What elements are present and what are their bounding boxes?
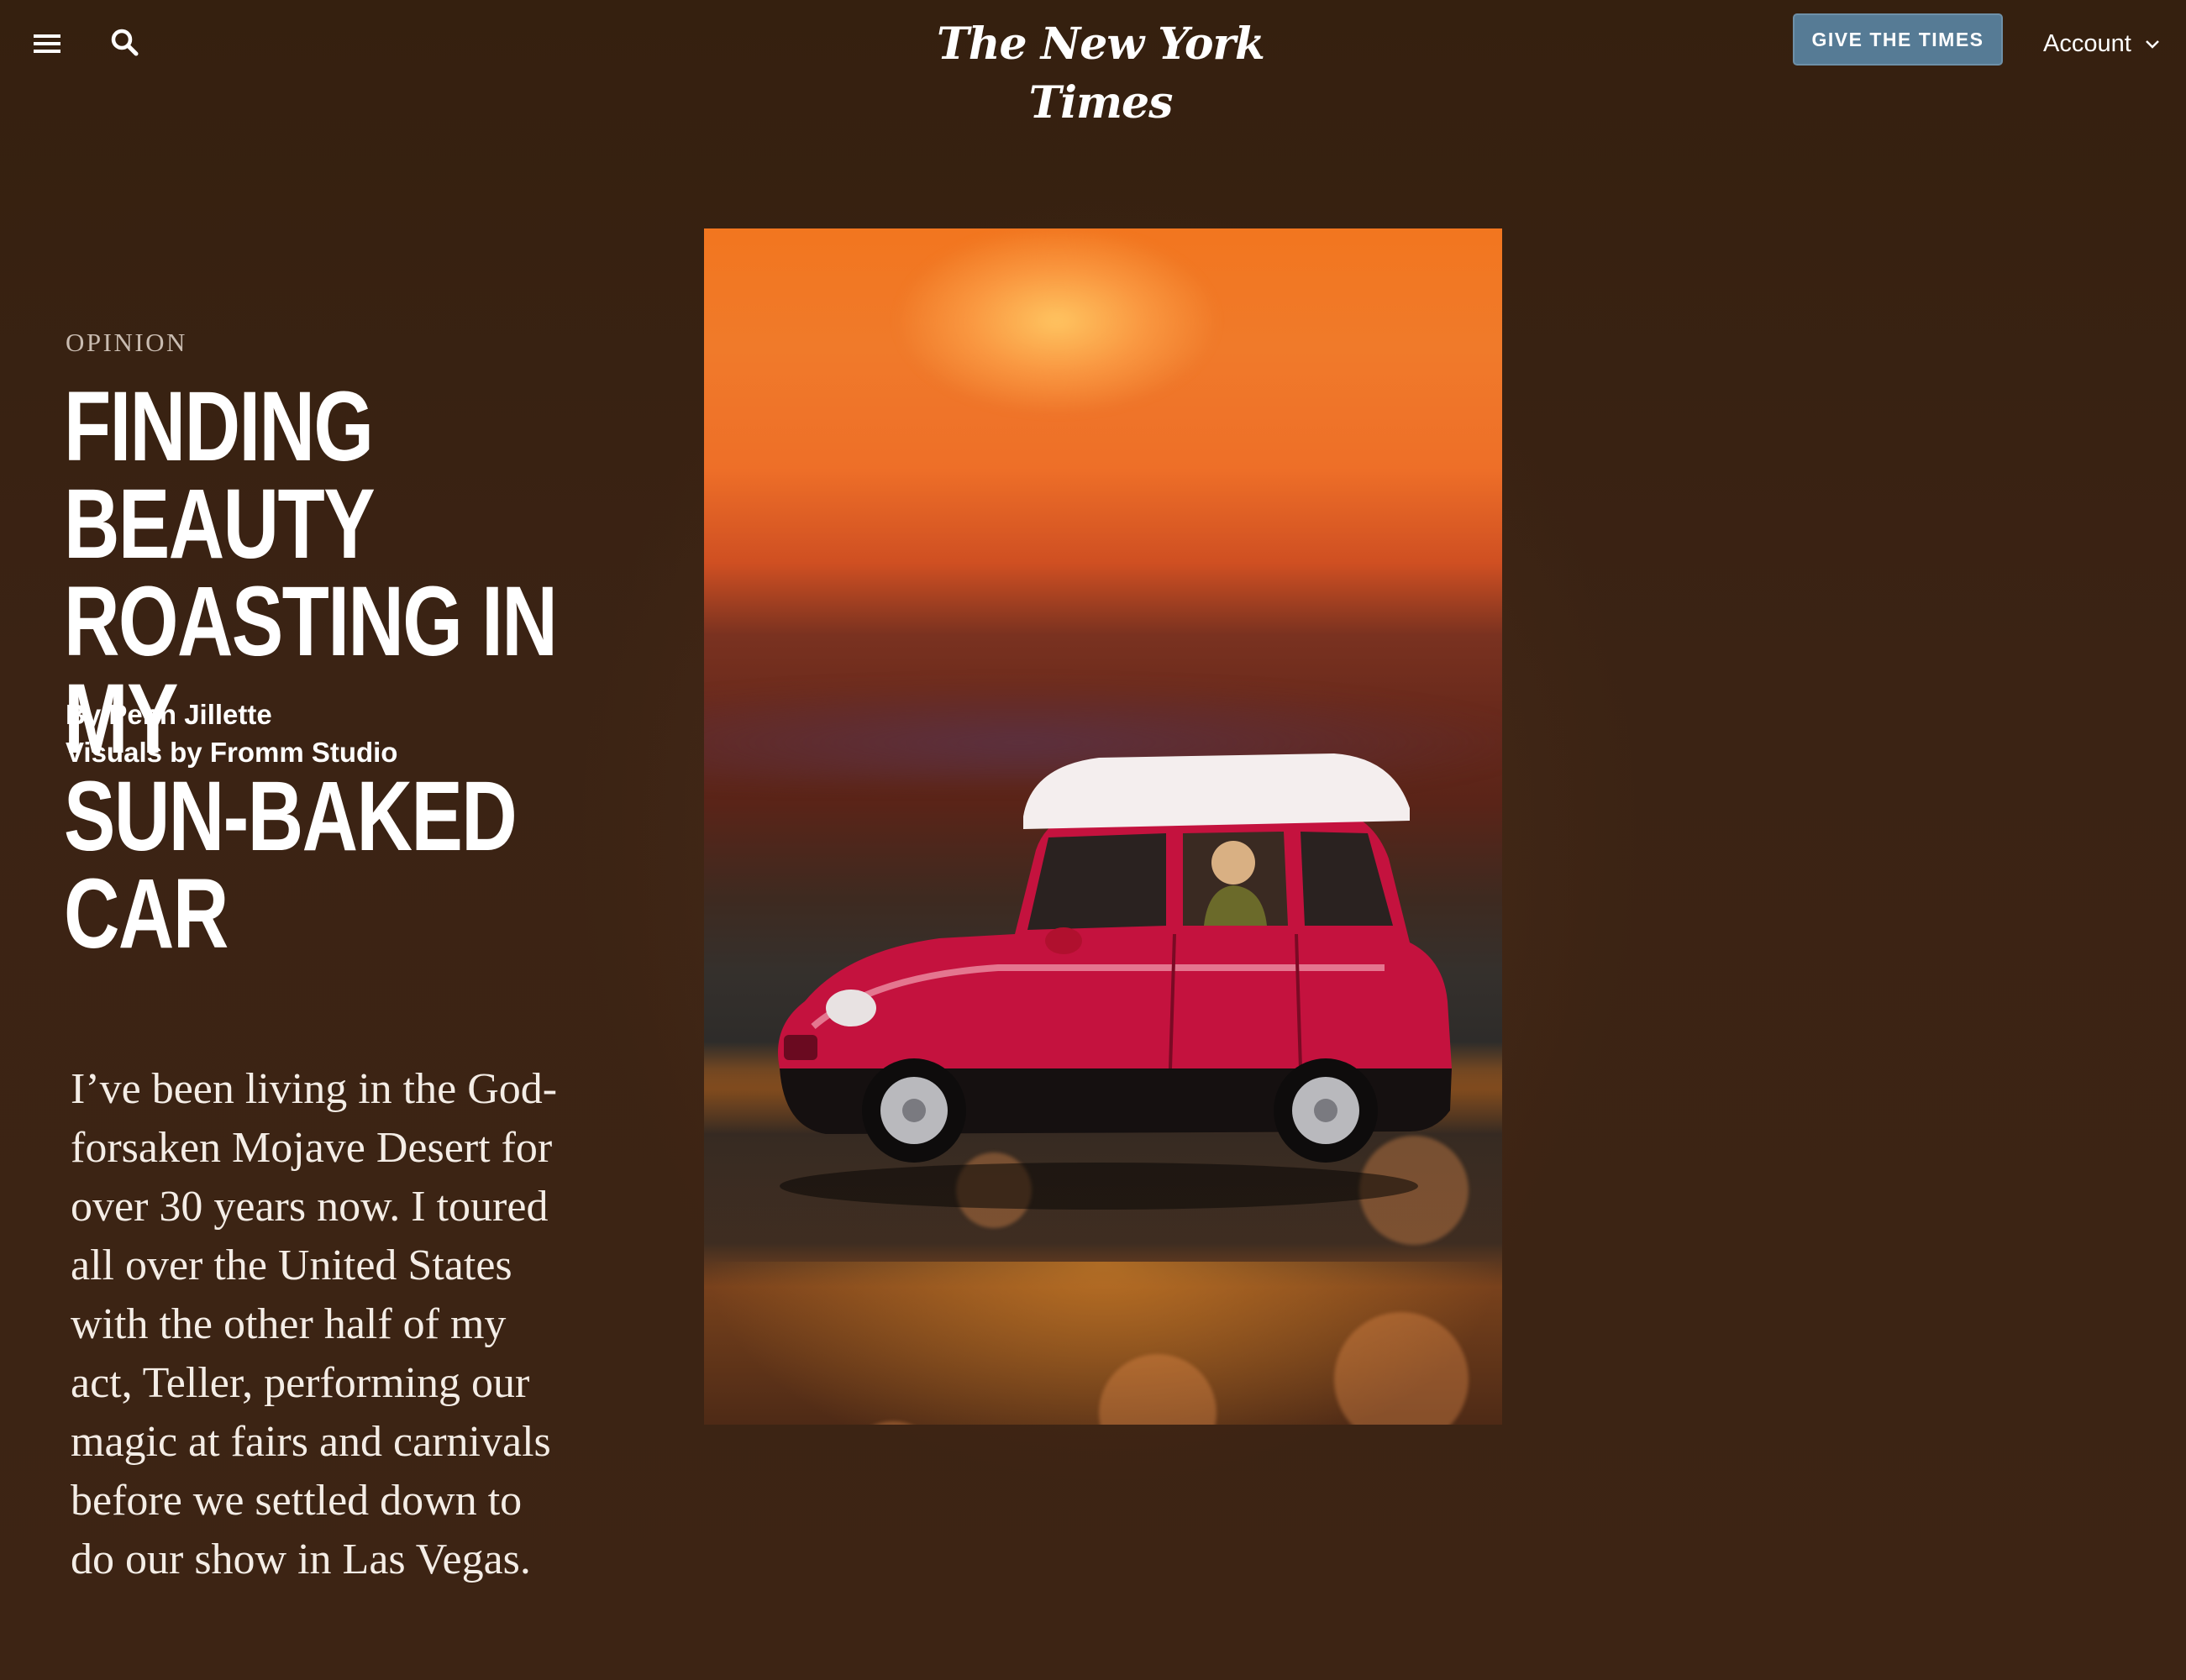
article-headline: FINDING BEAUTY ROASTING IN MY SUN-BAKED …: [64, 371, 669, 969]
sun-glow: [897, 228, 1216, 413]
hero-image-toy-car-desert-sunset: [704, 228, 1502, 1425]
site-header: The New York Times GIVE THE TIMES Accoun…: [0, 0, 2186, 129]
give-the-times-button[interactable]: GIVE THE TIMES: [1793, 13, 2003, 66]
byline: By Penn Jillette Visuals by Fromm Studio: [66, 696, 397, 771]
lede-line: magic at fairs and carnivals: [71, 1418, 551, 1466]
menu-button[interactable]: [30, 25, 67, 62]
search-button[interactable]: [106, 24, 146, 64]
account-menu[interactable]: Account: [2043, 24, 2162, 64]
lede-line: I’ve been living in the God-: [71, 1065, 558, 1113]
nyt-logo[interactable]: The New York Times: [891, 15, 1311, 129]
section-kicker[interactable]: OPINION: [66, 328, 187, 358]
lede-line: over 30 years now. I toured: [71, 1183, 549, 1231]
headline-line: SUN-BAKED CAR: [64, 761, 518, 969]
headline-line: FINDING BEAUTY: [64, 371, 376, 580]
article-lede: I’ve been living in the God- forsaken Mo…: [71, 1060, 608, 1589]
lede-line: before we settled down to: [71, 1477, 523, 1525]
account-label: Account: [2043, 29, 2131, 57]
lede-line: with the other half of my: [71, 1300, 507, 1348]
lede-line: forsaken Mojave Desert for: [71, 1124, 553, 1172]
hamburger-menu-icon: [34, 34, 60, 53]
toy-car-illustration: [778, 753, 1452, 1210]
byline-visuals[interactable]: Visuals by Fromm Studio: [66, 733, 397, 771]
lede-line: all over the United States: [71, 1242, 512, 1289]
byline-author[interactable]: By Penn Jillette: [66, 696, 397, 733]
magnifier-search-icon: [111, 29, 139, 56]
chevron-down-icon: [2145, 40, 2159, 49]
lede-line: do our show in Las Vegas.: [71, 1536, 531, 1583]
lede-line: act, Teller, performing our: [71, 1359, 530, 1407]
